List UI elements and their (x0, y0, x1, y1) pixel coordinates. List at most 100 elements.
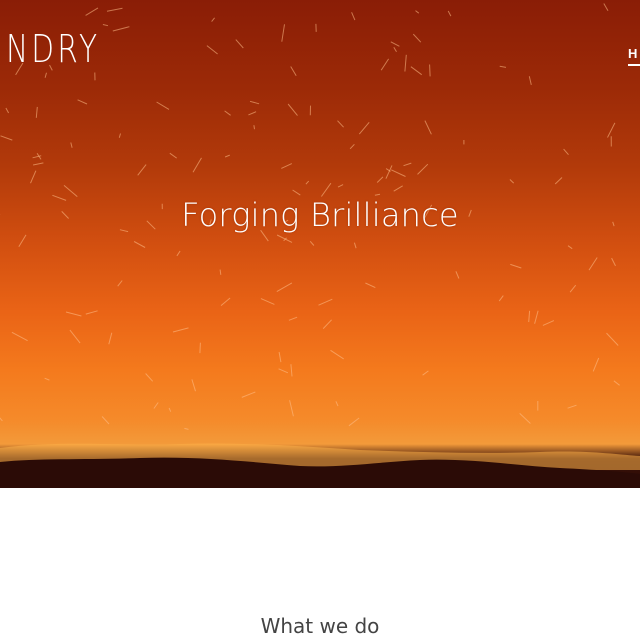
spark-streak (241, 391, 256, 398)
spark-streak (0, 417, 3, 422)
spark-streak (390, 169, 406, 177)
spark-streak (192, 157, 202, 173)
spark-streak (606, 332, 619, 346)
spark-streak (281, 163, 293, 169)
spark-streak (11, 331, 28, 342)
spark-streak (169, 152, 177, 159)
spark-streak (429, 64, 431, 77)
spark-streak (592, 357, 600, 372)
spark-streak (102, 24, 109, 27)
spark-streak (499, 65, 507, 68)
spark-streak (211, 17, 215, 22)
spark-streak (112, 26, 130, 32)
site-logo[interactable]: NDRY (6, 30, 100, 68)
spark-streak (30, 170, 37, 184)
spark-streak (569, 284, 577, 293)
spark-streak (118, 133, 121, 138)
spark-streak (220, 297, 231, 306)
spark-streak (63, 185, 78, 197)
spark-streak (85, 7, 99, 16)
nav-active-underline (628, 64, 640, 66)
spark-streak (305, 180, 310, 185)
spark-streak (358, 121, 370, 135)
spark-streak (320, 182, 332, 197)
spark-streak (44, 72, 47, 78)
spark-streak (287, 103, 298, 116)
spark-streak (385, 165, 393, 179)
spark-streak (278, 351, 282, 363)
spark-streak (337, 184, 344, 188)
hero-background-image (0, 3, 640, 488)
spark-streak (108, 332, 113, 345)
spark-streak (65, 311, 82, 317)
spark-streak (322, 319, 332, 329)
spark-streak (276, 234, 293, 243)
spark-streak (35, 106, 38, 118)
spark-streak (348, 417, 360, 427)
spark-streak (415, 10, 420, 14)
spark-streak (44, 377, 50, 381)
hero-headline: Forging Brilliance (181, 196, 459, 234)
spark-streak (289, 400, 294, 417)
spark-streak (422, 370, 429, 376)
spark-streak (248, 111, 257, 116)
spark-streak (567, 245, 573, 250)
spark-streak (77, 99, 88, 105)
spark-streak (403, 162, 412, 167)
spark-streak (184, 427, 189, 430)
spark-streak (351, 12, 356, 21)
spark-streak (380, 58, 390, 71)
spark-streak (206, 45, 218, 55)
spark-streak (509, 179, 515, 184)
spark-streak (253, 125, 255, 130)
spark-streak (613, 380, 620, 386)
spark-streak (455, 271, 460, 279)
spark-streak (276, 282, 293, 293)
spark-streak (168, 407, 172, 412)
spark-streak (172, 327, 189, 333)
spark-streak (390, 41, 400, 47)
spark-streak (410, 66, 422, 76)
spark-streak (85, 310, 98, 315)
spark-streak (318, 298, 333, 306)
spark-streak (219, 269, 222, 275)
spark-streak (498, 295, 504, 302)
spark-streak (133, 241, 146, 248)
spark-streak (528, 310, 531, 323)
spark-streak (424, 120, 432, 135)
spark-streak (337, 120, 344, 128)
spark-streak (309, 240, 315, 246)
spark-streak (235, 39, 244, 49)
spark-streak (290, 364, 293, 377)
spark-streak (249, 100, 260, 105)
spark-streak (412, 33, 422, 43)
spark-streak (137, 164, 147, 176)
spark-streak (278, 368, 289, 374)
spark-streak (117, 280, 123, 287)
spark-streak (376, 176, 384, 183)
section-title-what-we-do: What we do (260, 614, 380, 638)
spark-streak (542, 320, 555, 326)
spark-streak (290, 66, 297, 77)
spark-streak (292, 189, 301, 196)
spark-streak (33, 162, 44, 166)
spark-streak (335, 401, 339, 407)
spark-streak (153, 402, 159, 409)
spark-streak (145, 373, 154, 382)
spark-streak (349, 143, 355, 150)
spark-streak (224, 154, 230, 158)
spark-streak (607, 122, 616, 138)
spark-streak (417, 163, 429, 175)
spark-streak (611, 257, 616, 267)
spark-streak (365, 282, 376, 289)
spark-streak (281, 24, 285, 42)
spark-streak (199, 342, 201, 354)
spark-streak (563, 148, 569, 156)
spark-streak (106, 7, 123, 12)
spark-streak (260, 298, 275, 305)
spark-streak (70, 142, 73, 148)
spark-streak (534, 310, 539, 324)
spark-streak (0, 135, 13, 141)
spark-streak (393, 185, 403, 192)
spark-streak (510, 263, 522, 269)
